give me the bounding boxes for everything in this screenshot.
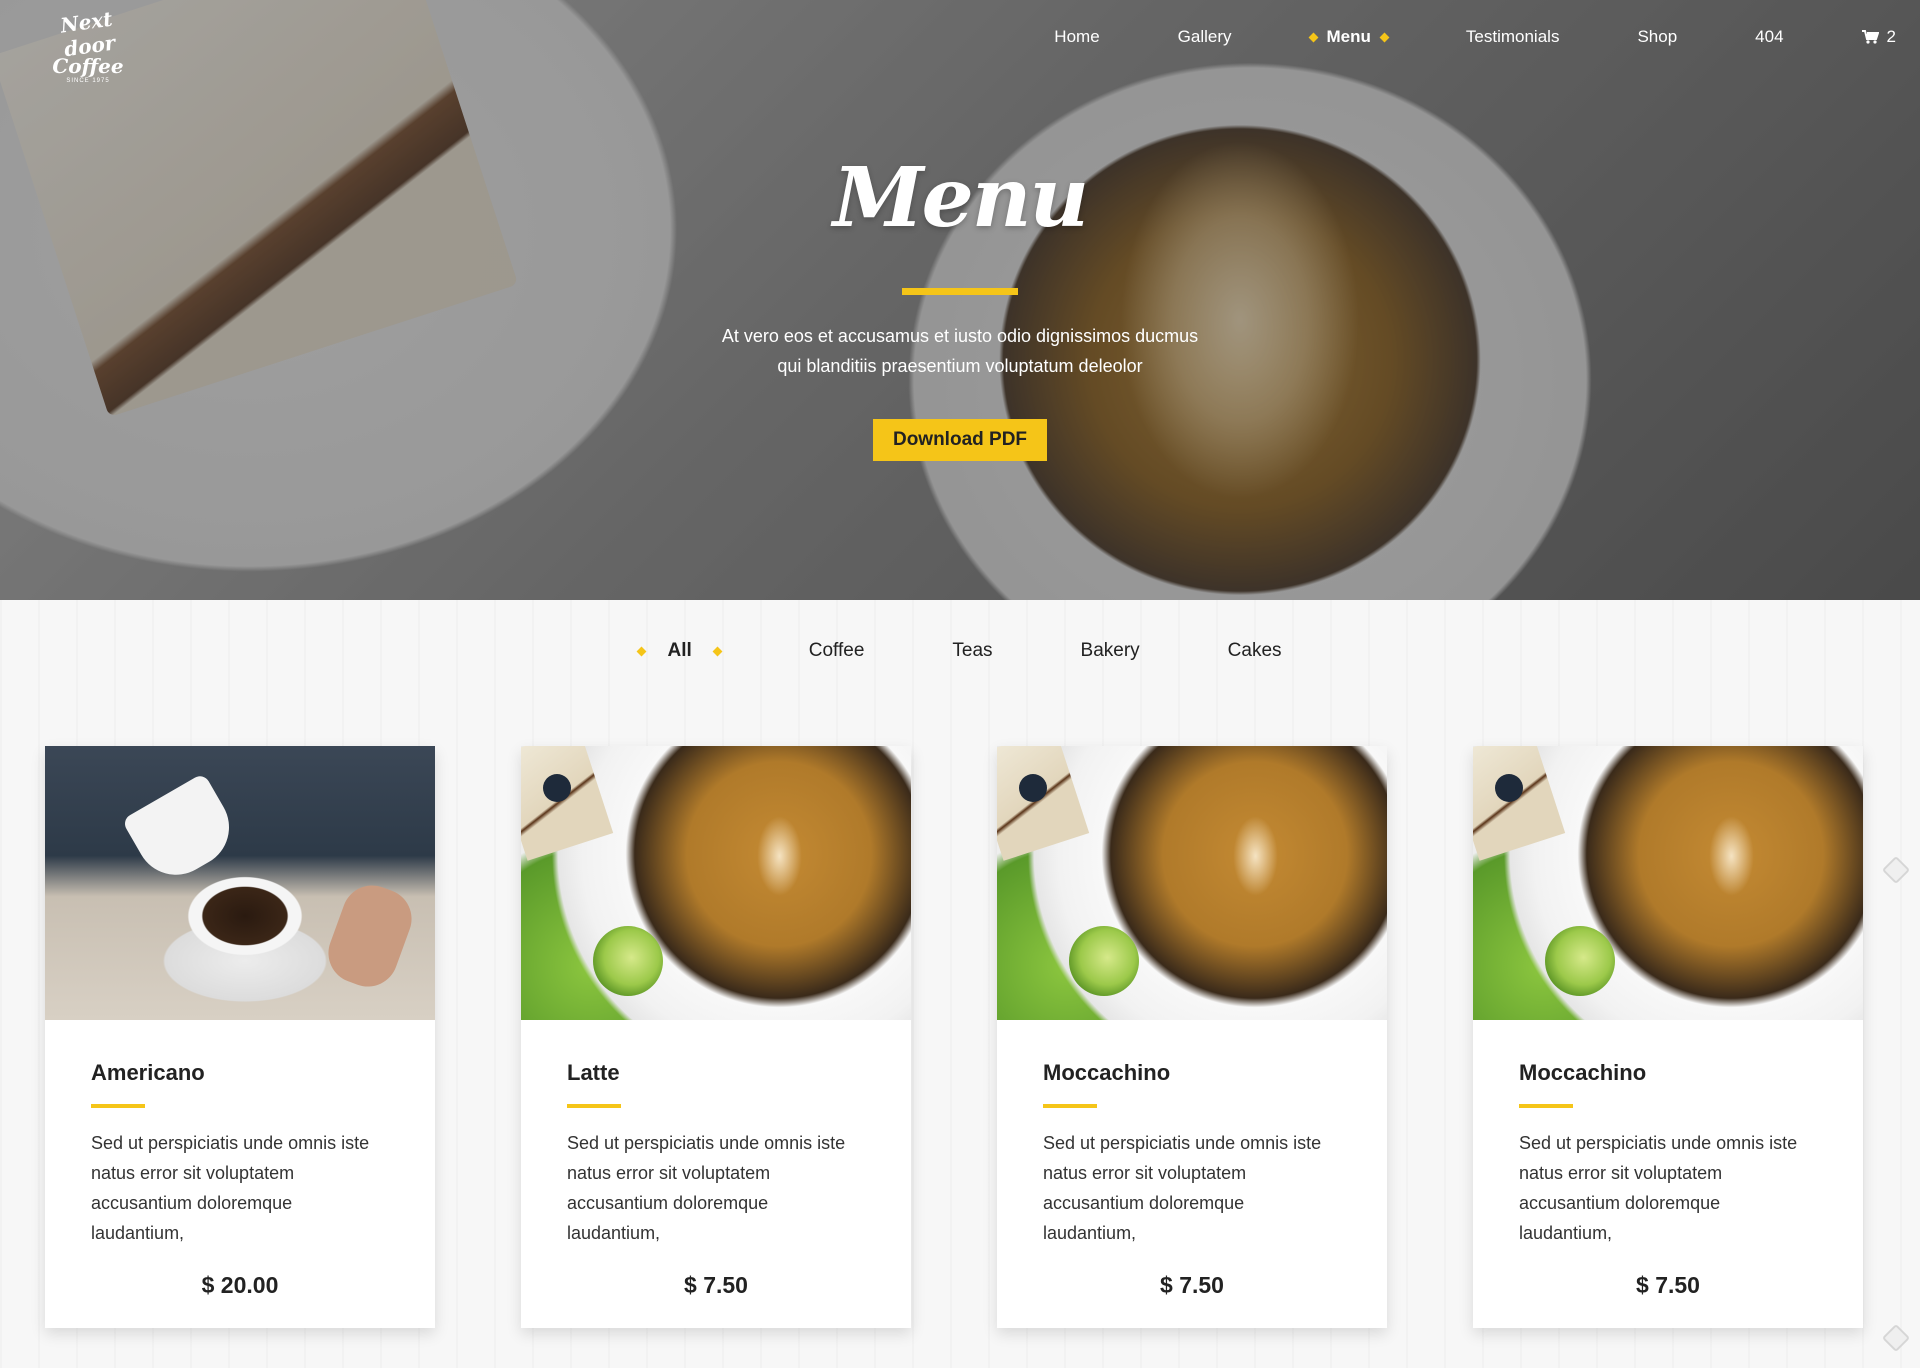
brand-since: SINCE 1975 [66, 78, 110, 84]
title-underline [902, 288, 1018, 295]
menu-item-body: Moccachino Sed ut perspiciatis unde omni… [997, 1020, 1387, 1299]
menu-item-name: Moccachino [1043, 1060, 1171, 1085]
menu-item-card[interactable]: Latte Sed ut perspiciatis unde omnis ist… [521, 746, 911, 1328]
download-pdf-button[interactable]: Download PDF [872, 419, 1048, 461]
menu-item-description: Sed ut perspiciatis unde omnis iste natu… [1519, 1133, 1798, 1243]
menu-item-card[interactable]: Moccachino Sed ut perspiciatis unde omni… [1473, 746, 1863, 1328]
milk-jug-shape [121, 772, 244, 890]
filter-cakes[interactable]: Cakes [1228, 640, 1282, 662]
lime-shape [593, 926, 663, 996]
latte-art-shape [757, 816, 802, 896]
nav-item-menu[interactable]: Menu [1310, 27, 1388, 47]
filter-coffee[interactable]: Coffee [809, 640, 865, 662]
cake-shape [521, 746, 614, 861]
menu-item-price: $ 7.50 [1636, 1272, 1700, 1298]
menu-section: All Coffee Teas Bakery Cakes Americano S… [0, 600, 1920, 1368]
nav-item-shop[interactable]: Shop [1637, 27, 1677, 47]
hero-content: Menu At vero eos et accusamus et iusto o… [0, 150, 1920, 461]
menu-item-description: Sed ut perspiciatis unde omnis iste natu… [91, 1133, 370, 1243]
side-tag-icon[interactable] [1881, 855, 1911, 885]
menu-item-card[interactable]: Moccachino Sed ut perspiciatis unde omni… [997, 746, 1387, 1328]
main-nav: Home Gallery Menu Testimonials Shop 404 … [976, 22, 1896, 52]
cart-link[interactable]: 2 [1861, 27, 1896, 47]
menu-item-image [521, 746, 911, 1020]
menu-item-underline [1519, 1104, 1573, 1108]
berry-shape [1495, 774, 1523, 802]
menu-item-body: Americano Sed ut perspiciatis unde omnis… [45, 1020, 435, 1299]
latte-art-shape [1233, 816, 1278, 896]
menu-item-underline [567, 1104, 621, 1108]
latte-art-shape [1709, 816, 1754, 896]
hero-subtitle: At vero eos et accusamus et iusto odio d… [700, 321, 1220, 381]
nav-item-gallery[interactable]: Gallery [1178, 27, 1232, 47]
side-tag-icon[interactable] [1881, 1323, 1911, 1353]
lime-shape [1545, 926, 1615, 996]
nav-item-testimonials[interactable]: Testimonials [1466, 27, 1560, 47]
berry-shape [543, 774, 571, 802]
menu-item-list: Americano Sed ut perspiciatis unde omnis… [45, 746, 1863, 1328]
menu-item-name: Americano [91, 1060, 205, 1085]
berry-shape [1019, 774, 1047, 802]
menu-item-underline [1043, 1104, 1097, 1108]
menu-item-price: $ 7.50 [1160, 1272, 1224, 1298]
filter-all[interactable]: All [638, 640, 720, 662]
category-filters: All Coffee Teas Bakery Cakes [0, 640, 1920, 662]
hero-subtitle-line2: qui blanditiis praesentium voluptatum de… [777, 356, 1143, 376]
menu-item-image [997, 746, 1387, 1020]
menu-item-card[interactable]: Americano Sed ut perspiciatis unde omnis… [45, 746, 435, 1328]
menu-item-body: Moccachino Sed ut perspiciatis unde omni… [1473, 1020, 1863, 1299]
cart-icon [1861, 30, 1879, 44]
menu-item-description: Sed ut perspiciatis unde omnis iste natu… [1043, 1133, 1322, 1243]
hand-shape [320, 877, 420, 995]
menu-item-image [1473, 746, 1863, 1020]
menu-item-price: $ 20.00 [201, 1272, 279, 1298]
hero-subtitle-line1: At vero eos et accusamus et iusto odio d… [721, 326, 1199, 346]
menu-item-name: Latte [567, 1060, 620, 1085]
page-title: Menu [832, 150, 1089, 246]
brand-logo[interactable]: Next door Coffee SINCE 1975 [38, 7, 138, 84]
filter-teas[interactable]: Teas [952, 640, 992, 662]
nav-item-home[interactable]: Home [1054, 27, 1099, 47]
menu-item-body: Latte Sed ut perspiciatis unde omnis ist… [521, 1020, 911, 1299]
cart-count: 2 [1886, 27, 1896, 46]
menu-item-description: Sed ut perspiciatis unde omnis iste natu… [567, 1133, 846, 1243]
cake-shape [997, 746, 1090, 861]
filter-bakery[interactable]: Bakery [1081, 640, 1140, 662]
menu-item-price: $ 7.50 [684, 1272, 748, 1298]
menu-item-underline [91, 1104, 145, 1108]
hero-banner: Next door Coffee SINCE 1975 Home Gallery… [0, 0, 1920, 600]
cake-shape [1473, 746, 1566, 861]
menu-item-name: Moccachino [1519, 1060, 1647, 1085]
menu-item-image [45, 746, 435, 1020]
nav-item-404[interactable]: 404 [1755, 27, 1783, 47]
lime-shape [1069, 926, 1139, 996]
